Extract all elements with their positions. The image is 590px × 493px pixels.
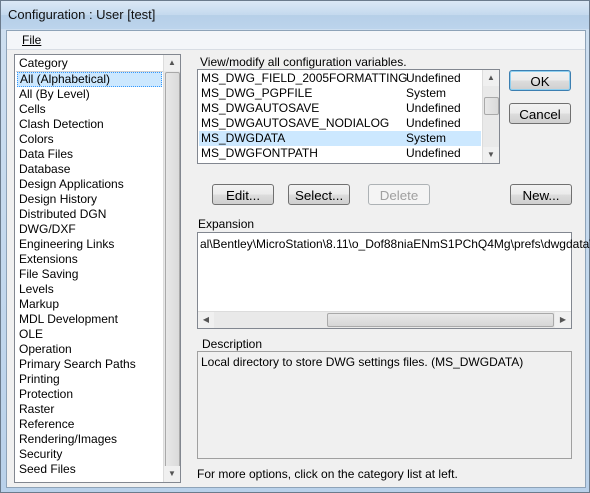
variable-name: MS_DWG_PGPFILE	[201, 86, 313, 100]
category-item[interactable]: Colors	[17, 132, 162, 147]
category-item[interactable]: Engineering Links	[17, 237, 162, 252]
variable-name: MS_DWGFONTPATH	[201, 146, 318, 160]
scroll-up-button[interactable]: ▲	[483, 70, 499, 86]
scroll-down-button[interactable]: ▼	[164, 466, 180, 482]
scroll-left-button[interactable]: ◀	[198, 312, 214, 328]
variable-row[interactable]: MS_DWGAUTOSAVE Undefined	[199, 101, 481, 116]
variables-heading: View/modify all configuration variables.	[200, 55, 407, 69]
delete-button[interactable]: Delete	[368, 184, 430, 205]
variable-row[interactable]: MS_DWG_PGPFILE System	[199, 86, 481, 101]
scroll-thumb[interactable]	[165, 72, 180, 469]
expansion-label: Expansion	[198, 217, 255, 231]
variable-level: Undefined	[406, 146, 461, 160]
variable-name: MS_DWGDATA	[201, 131, 286, 145]
category-item[interactable]: Protection	[17, 387, 162, 402]
select-button[interactable]: Select...	[288, 184, 350, 205]
category-item[interactable]: Data Files	[17, 147, 162, 162]
cancel-button[interactable]: Cancel	[509, 103, 571, 124]
category-item[interactable]: Levels	[17, 282, 162, 297]
variable-level: Undefined	[406, 116, 461, 130]
category-item[interactable]: Raster	[17, 402, 162, 417]
category-item[interactable]: Printing	[17, 372, 162, 387]
category-item[interactable]: Markup	[17, 297, 162, 312]
scroll-thumb[interactable]	[327, 313, 554, 327]
category-item[interactable]: Clash Detection	[17, 117, 162, 132]
configuration-window: Configuration : User [test] File Categor…	[0, 0, 590, 493]
variable-row[interactable]: MS_DWGFONTPATH Undefined	[199, 146, 481, 161]
category-item[interactable]: Design Applications	[17, 177, 162, 192]
category-item[interactable]: Operation	[17, 342, 162, 357]
category-item[interactable]: File Saving	[17, 267, 162, 282]
category-header: Category	[16, 56, 165, 72]
menu-file-label: File	[22, 33, 42, 47]
category-items: All (Alphabetical) All (By Level) Cells Cla…	[17, 72, 162, 477]
variable-name: MS_DWGAUTOSAVE_NODIALOG	[201, 116, 390, 130]
expansion-field[interactable]: al\Bentley\MicroStation\8.11\o_Dof88niaE…	[197, 232, 590, 329]
new-button[interactable]: New...	[510, 184, 572, 205]
variables-list[interactable]: MS_DWG_FIELD_2005FORMATTING Undefined MS_D…	[197, 69, 500, 164]
scroll-thumb[interactable]	[484, 97, 499, 115]
menu-file[interactable]: File	[22, 33, 41, 47]
variable-row[interactable]: MS_DWGDATA System	[199, 131, 481, 146]
description-text: Local directory to store DWG settings fi…	[201, 355, 524, 369]
category-item[interactable]: Security	[17, 447, 162, 462]
scroll-down-button[interactable]: ▼	[483, 147, 499, 163]
category-item[interactable]: Reference	[17, 417, 162, 432]
variable-level: Undefined	[406, 71, 461, 85]
category-item[interactable]: OLE	[17, 327, 162, 342]
description-box: Local directory to store DWG settings fi…	[197, 351, 572, 459]
variable-level: System	[406, 131, 447, 145]
category-item[interactable]: Distributed DGN	[17, 207, 162, 222]
category-item[interactable]: Primary Search Paths	[17, 357, 162, 372]
category-item[interactable]: All (By Level)	[17, 87, 162, 102]
category-item[interactable]: DWG/DXF	[17, 222, 162, 237]
menu-bar: File	[7, 31, 585, 50]
category-item[interactable]: Cells	[17, 102, 162, 117]
footer-hint: For more options, click on the category …	[197, 467, 458, 481]
variable-level: System	[406, 86, 447, 100]
category-item[interactable]: Extensions	[17, 252, 162, 267]
title-bar[interactable]: Configuration : User [test]	[1, 1, 589, 29]
scroll-right-button[interactable]: ▶	[555, 312, 571, 328]
category-scrollbar[interactable]: ▲ ▼	[163, 55, 180, 482]
category-item[interactable]: Design History	[17, 192, 162, 207]
dialog-client-area: File Category All (Alphabetical) All (By …	[6, 30, 590, 488]
window-title: Configuration : User [test]	[8, 7, 156, 22]
category-item[interactable]: MDL Development	[17, 312, 162, 327]
edit-button[interactable]: Edit...	[212, 184, 274, 205]
scroll-up-button[interactable]: ▲	[164, 55, 180, 71]
expansion-scrollbar[interactable]: ◀ ▶	[198, 311, 571, 328]
category-list[interactable]: Category All (Alphabetical) All (By Level…	[14, 54, 181, 483]
variable-row[interactable]: MS_DWGAUTOSAVE_NODIALOG Undefined	[199, 116, 481, 131]
category-item[interactable]: All (Alphabetical)	[17, 72, 162, 87]
variable-name: MS_DWG_FIELD_2005FORMATTING	[201, 71, 408, 85]
description-label: Description	[202, 337, 263, 351]
category-item[interactable]: Rendering/Images	[17, 432, 162, 447]
category-item[interactable]: Database	[17, 162, 162, 177]
variable-row[interactable]: MS_DWG_FIELD_2005FORMATTING Undefined	[199, 71, 481, 86]
variable-level: Undefined	[406, 101, 461, 115]
variable-name: MS_DWGAUTOSAVE	[201, 101, 320, 115]
expansion-value: al\Bentley\MicroStation\8.11\o_Dof88niaE…	[200, 237, 590, 251]
ok-button[interactable]: OK	[509, 70, 571, 91]
variables-scrollbar[interactable]: ▲ ▼	[482, 70, 499, 163]
category-item[interactable]: Seed Files	[17, 462, 162, 477]
